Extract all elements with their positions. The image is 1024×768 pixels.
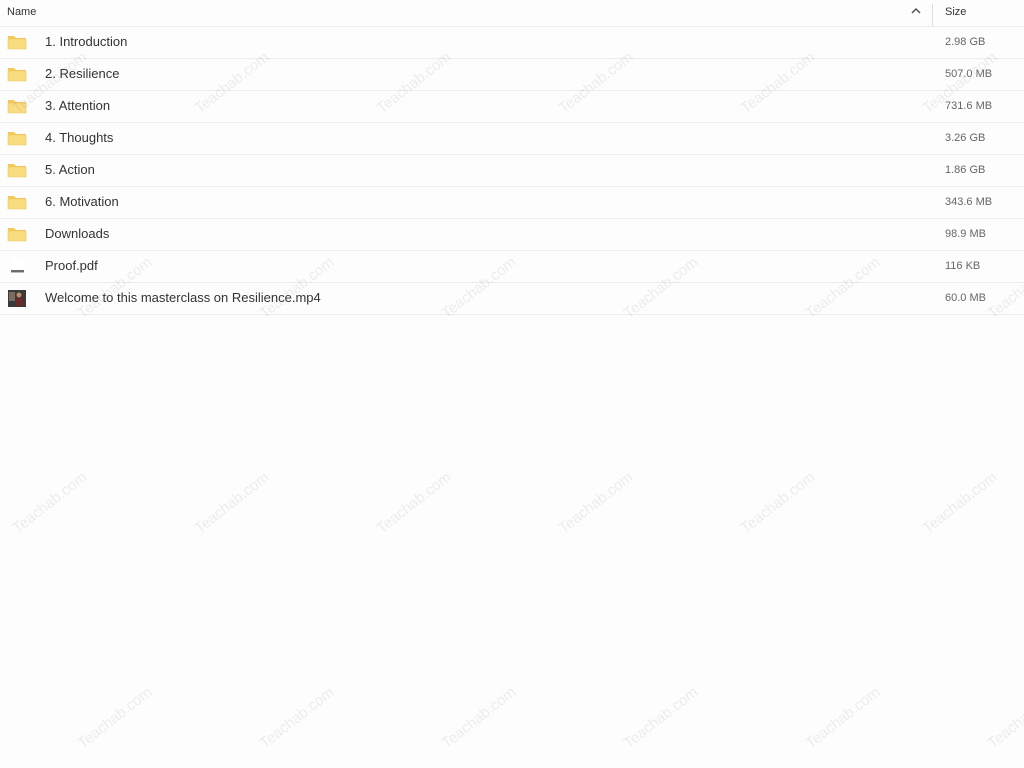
- watermark-text: Teachab.com: [74, 683, 156, 752]
- watermark-text: Teachab.com: [802, 683, 884, 752]
- file-row[interactable]: Welcome to this masterclass on Resilienc…: [0, 283, 1024, 315]
- folder-row[interactable]: 5. Action 1.86 GB: [0, 155, 1024, 187]
- watermark-text: Teachab.com: [620, 683, 702, 752]
- folder-icon: [7, 97, 27, 115]
- file-name[interactable]: 2. Resilience: [45, 66, 119, 81]
- file-size: 2.98 GB: [945, 36, 986, 48]
- file-name[interactable]: Downloads: [45, 226, 109, 241]
- file-size: 3.26 GB: [945, 132, 986, 144]
- folder-row[interactable]: Downloads 98.9 MB: [0, 219, 1024, 251]
- watermark-text: Teachab.com: [9, 468, 91, 537]
- folder-icon: [7, 161, 27, 179]
- file-size: 731.6 MB: [945, 100, 993, 112]
- file-name[interactable]: 6. Motivation: [45, 194, 119, 209]
- size-column-header[interactable]: Size: [945, 6, 966, 18]
- folder-icon: [7, 193, 27, 211]
- file-name[interactable]: 1. Introduction: [45, 34, 127, 49]
- file-size: 507.0 MB: [945, 68, 993, 80]
- file-size: 1.86 GB: [945, 164, 986, 176]
- file-size: 60.0 MB: [945, 292, 986, 304]
- pdf-file-icon: [7, 257, 27, 275]
- watermark-text: Teachab.com: [984, 683, 1024, 752]
- watermark-text: Teachab.com: [737, 468, 819, 537]
- file-name[interactable]: 5. Action: [45, 162, 95, 177]
- folder-icon: [7, 33, 27, 51]
- folder-icon: [7, 129, 27, 147]
- folder-row[interactable]: 1. Introduction 2.98 GB: [0, 27, 1024, 59]
- file-row[interactable]: Proof.pdf 116 KB: [0, 251, 1024, 283]
- file-rows: 1. Introduction 2.98 GB 2. Resilience 507.0…: [0, 27, 1024, 315]
- watermark-text: Teachab.com: [256, 683, 338, 752]
- watermark-text: Teachab.com: [373, 468, 455, 537]
- watermark-text: Teachab.com: [919, 468, 1001, 537]
- column-divider[interactable]: [932, 4, 933, 26]
- folder-icon: [7, 225, 27, 243]
- video-thumbnail-icon: [7, 289, 27, 307]
- name-column-header[interactable]: Name: [7, 6, 36, 18]
- file-name[interactable]: Welcome to this masterclass on Resilienc…: [45, 290, 321, 305]
- file-size: 98.9 MB: [945, 228, 986, 240]
- folder-row[interactable]: 2. Resilience 507.0 MB: [0, 59, 1024, 91]
- watermark-text: Teachab.com: [438, 683, 520, 752]
- watermark-text: Teachab.com: [555, 468, 637, 537]
- watermark-text: Teachab.com: [191, 468, 273, 537]
- column-header-bar: Name Size: [0, 0, 1024, 27]
- folder-row[interactable]: 4. Thoughts 3.26 GB: [0, 123, 1024, 155]
- file-list-view: Name Size 1. Introduction 2.98 GB 2. Resil…: [0, 0, 1024, 768]
- folder-row[interactable]: 3. Attention 731.6 MB: [0, 91, 1024, 123]
- chevron-up-icon[interactable]: [909, 4, 923, 18]
- folder-icon: [7, 65, 27, 83]
- file-size: 343.6 MB: [945, 196, 993, 208]
- file-name[interactable]: 3. Attention: [45, 98, 110, 113]
- file-size: 116 KB: [945, 260, 981, 272]
- file-name[interactable]: Proof.pdf: [45, 258, 98, 273]
- folder-row[interactable]: 6. Motivation 343.6 MB: [0, 187, 1024, 219]
- file-name[interactable]: 4. Thoughts: [45, 130, 113, 145]
